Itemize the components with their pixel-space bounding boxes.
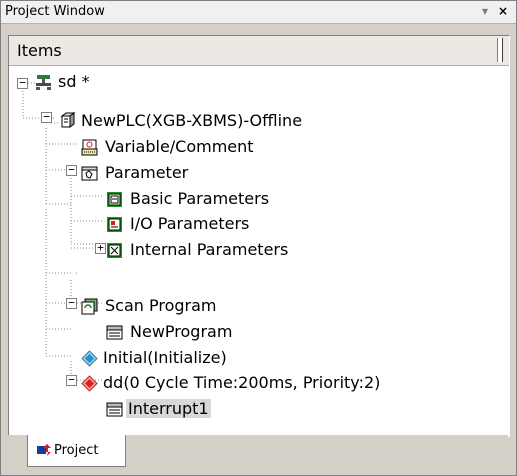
internal-parameter-icon (107, 243, 122, 258)
tree-node-label: Basic Parameters (130, 189, 270, 208)
io-parameter-icon (107, 217, 122, 232)
cyclic-task-icon (81, 375, 98, 392)
collapse-toggle-parameter[interactable]: − (66, 164, 77, 176)
column-header[interactable]: Items (9, 36, 509, 66)
variable-comment-icon (81, 139, 98, 156)
tab-project-label: Project (54, 443, 99, 458)
tree-node-label-selected: Interrupt1 (126, 399, 211, 418)
tree-node-label: NewProgram (130, 322, 233, 341)
tab-project[interactable]: Project (27, 435, 126, 467)
tree-node-label: I/O Parameters (130, 214, 250, 233)
project-tree: − sd * − NewPLC(XGB-XBMS)-Offline Variab… (9, 66, 509, 436)
tree-node-label: sd * (58, 72, 90, 91)
window-title: Project Window (5, 4, 105, 19)
plc-cpu-icon (60, 112, 76, 128)
collapse-toggle-scan-program[interactable]: − (66, 297, 77, 309)
tree-node-label: Parameter (105, 163, 189, 182)
tree-node-label: Initial(Initialize) (103, 348, 227, 367)
tree-node-label: Internal Parameters (130, 240, 289, 259)
pin-dropdown-icon[interactable]: ▾ (478, 4, 492, 18)
column-header-label: Items (17, 41, 62, 60)
items-panel: Items − sd * − NewPLC(XGB-XBMS)-Offline … (8, 35, 510, 437)
program-icon (106, 402, 123, 417)
collapse-toggle-plc[interactable]: − (41, 111, 52, 123)
project-window: Project Window ▾ × Items − sd * − NewPLC… (0, 0, 517, 476)
bottom-tab-bar: Project (8, 435, 508, 471)
expand-toggle-internal-parameters[interactable]: + (95, 242, 106, 254)
project-network-icon (36, 75, 51, 90)
program-icon (106, 325, 123, 340)
column-resize-handle[interactable] (497, 38, 503, 62)
collapse-toggle-sd[interactable]: − (17, 77, 28, 89)
scan-program-icon (81, 298, 98, 315)
title-bar[interactable]: Project Window ▾ × (1, 1, 516, 24)
tree-node-label: Scan Program (105, 296, 217, 315)
collapse-toggle-dd-task[interactable]: − (66, 374, 77, 386)
tree-node-label: NewPLC(XGB-XBMS)-Offline (81, 111, 303, 130)
tree-node-label: Variable/Comment (105, 137, 254, 156)
initial-task-icon (81, 350, 98, 367)
close-icon[interactable]: × (496, 4, 510, 18)
tree-node-label: dd(0 Cycle Time:200ms, Priority:2) (103, 373, 381, 392)
basic-parameter-icon (107, 192, 122, 207)
parameter-folder-icon (81, 166, 98, 181)
project-tab-icon (37, 444, 51, 456)
